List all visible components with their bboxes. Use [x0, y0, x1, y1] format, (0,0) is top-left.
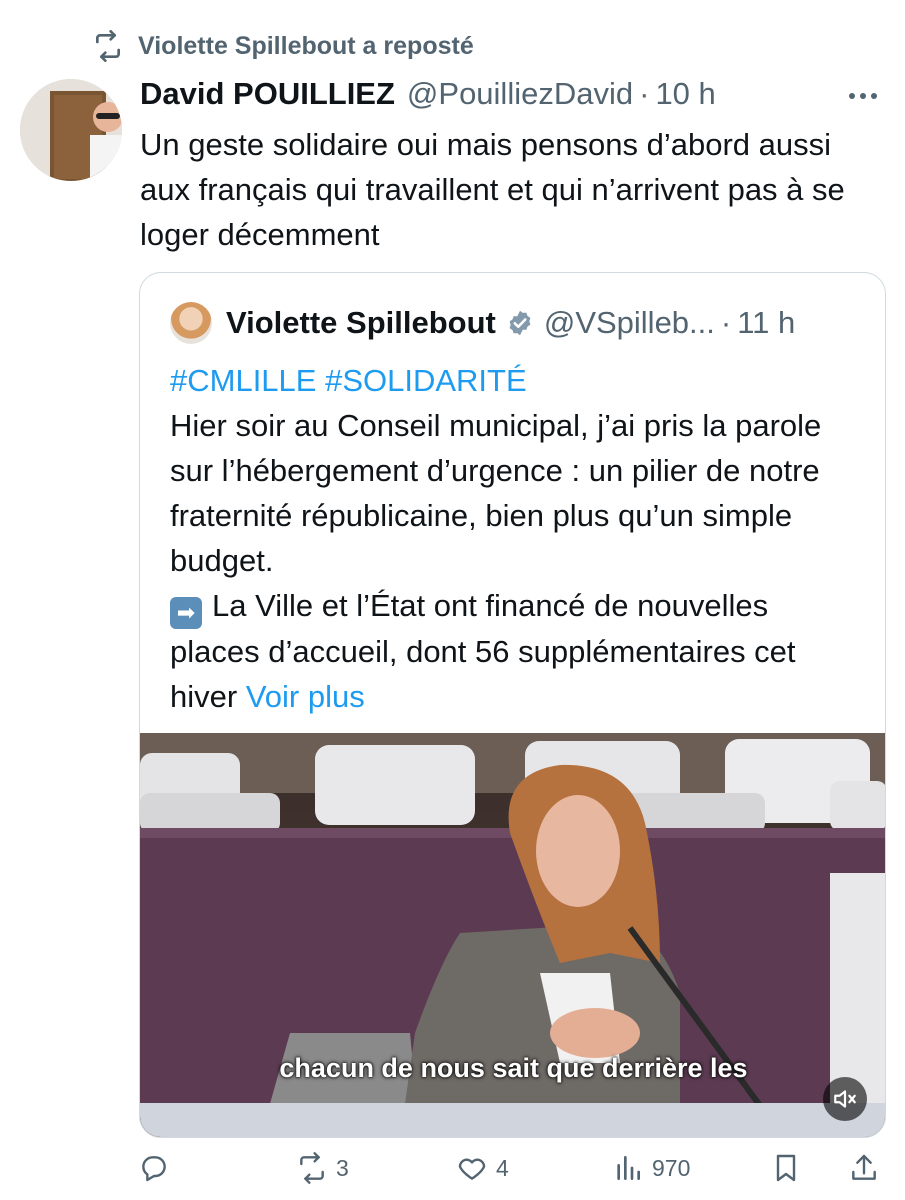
views-button[interactable]: 970	[612, 1152, 690, 1184]
video-player[interactable]: chacun de nous sait que derrière les	[140, 733, 885, 1137]
bookmark-button[interactable]	[770, 1152, 802, 1184]
bookmark-icon	[776, 1154, 796, 1182]
repost-indicator[interactable]: Violette Spillebout a reposté	[92, 30, 474, 62]
mute-button[interactable]	[823, 1077, 867, 1121]
tweet-time[interactable]: 10 h	[655, 76, 715, 112]
hashtag-solidarite[interactable]: #SOLIDARITÉ	[325, 363, 527, 398]
quote-author-name[interactable]: Violette Spillebout	[226, 305, 496, 341]
share-icon	[852, 1154, 876, 1180]
separator-dot: ·	[720, 305, 732, 340]
author-name[interactable]: David POUILLIEZ	[140, 76, 395, 112]
tweet-text: Un geste solidaire oui mais pensons d’ab…	[140, 127, 845, 252]
hashtags: #CMLILLE #SOLIDARITÉ	[170, 358, 860, 403]
author-handle[interactable]: @PouilliezDavid	[407, 76, 633, 112]
quote-header: Violette Spillebout @VSpilleb... · 11 h	[170, 302, 795, 344]
quote-author-avatar[interactable]	[170, 302, 212, 344]
analytics-icon	[617, 1156, 640, 1180]
separator-dot: ·	[639, 76, 650, 111]
reply-button[interactable]	[138, 1152, 178, 1184]
author-avatar[interactable]	[20, 79, 122, 181]
share-button[interactable]	[848, 1152, 880, 1184]
repost-icon	[96, 30, 120, 62]
more-options-icon[interactable]	[845, 84, 881, 108]
see-more-link[interactable]: Voir plus	[246, 679, 365, 714]
like-count: 4	[496, 1154, 509, 1181]
views-count: 970	[652, 1154, 691, 1181]
quoted-tweet[interactable]: Violette Spillebout @VSpilleb... · 11 h …	[139, 272, 886, 1138]
verified-badge-icon	[509, 310, 531, 336]
repost-count: 3	[336, 1154, 349, 1181]
quote-author-handle[interactable]: @VSpilleb...	[544, 305, 715, 341]
action-bar: 3 4 970	[138, 1152, 883, 1192]
quote-time[interactable]: 11 h	[737, 305, 795, 341]
reply-icon	[142, 1156, 166, 1182]
video-caption: chacun de nous sait que derrière les	[279, 1053, 748, 1083]
quote-body: Hier soir au Conseil municipal, j’ai pri…	[170, 408, 822, 578]
right-arrow-icon: ➡	[170, 597, 202, 629]
tweet-header: David POUILLIEZ @PouilliezDavid · 10 h	[140, 76, 877, 112]
hashtag-cmlille[interactable]: #CMLILLE	[170, 363, 316, 398]
like-button[interactable]: 4	[456, 1152, 509, 1184]
volume-muted-icon	[834, 1090, 856, 1108]
repost-icon	[300, 1152, 324, 1184]
heart-icon	[458, 1158, 486, 1180]
quote-text: #CMLILLE #SOLIDARITÉ Hier soir au Consei…	[170, 358, 860, 719]
repost-button[interactable]: 3	[296, 1152, 349, 1184]
repost-label: Violette Spillebout a reposté	[138, 31, 474, 60]
